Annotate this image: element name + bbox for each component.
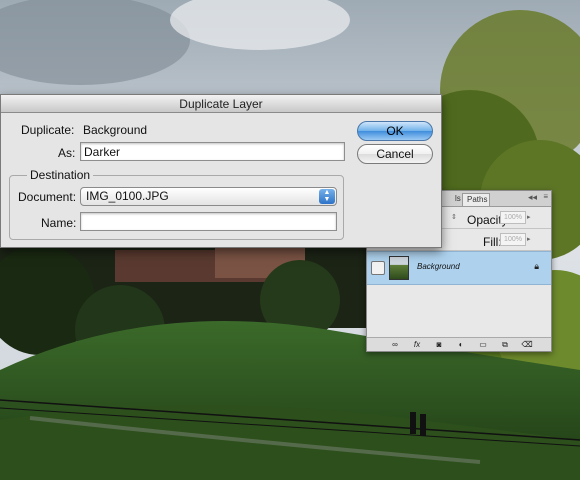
visibility-eye-icon[interactable] bbox=[371, 261, 385, 275]
layer-thumbnail bbox=[389, 256, 409, 280]
destination-legend: Destination bbox=[27, 168, 94, 182]
panel-menu-icon[interactable]: ≡ bbox=[543, 192, 548, 201]
document-label: Document: bbox=[18, 190, 77, 204]
opacity-arrow-icon[interactable]: ▸ bbox=[527, 211, 535, 224]
chevron-updown-icon: ▲ ▼ bbox=[319, 189, 335, 204]
duplicate-layer-dialog: Duplicate Layer Duplicate: Background As… bbox=[0, 94, 442, 248]
fill-label: Fill: bbox=[483, 235, 502, 249]
link-icon[interactable]: ∞ bbox=[389, 340, 401, 350]
blend-mode-stepper-icon[interactable]: ⇕ bbox=[451, 211, 459, 224]
dialog-title: Duplicate Layer bbox=[1, 95, 441, 113]
new-layer-icon[interactable]: ⧉ bbox=[499, 340, 511, 350]
fill-arrow-icon[interactable]: ▸ bbox=[527, 233, 535, 246]
as-label: As: bbox=[58, 146, 76, 160]
ok-button[interactable]: OK bbox=[357, 121, 433, 141]
document-select[interactable]: IMG_0100.JPG ▲ ▼ bbox=[80, 187, 337, 206]
fx-icon[interactable]: fx bbox=[411, 340, 423, 350]
duplicate-label: Duplicate: bbox=[21, 123, 75, 137]
duplicate-value: Background bbox=[83, 123, 148, 137]
name-label: Name: bbox=[41, 216, 77, 230]
cancel-button[interactable]: Cancel bbox=[357, 144, 433, 164]
layer-row-background[interactable]: Background 🔒︎ bbox=[367, 251, 551, 285]
adjustment-icon[interactable]: ◐ bbox=[455, 340, 467, 350]
tab-paths[interactable]: Paths bbox=[462, 193, 490, 206]
document-select-value: IMG_0100.JPG bbox=[86, 189, 169, 203]
layer-name: Background bbox=[417, 262, 460, 271]
name-input[interactable] bbox=[80, 212, 337, 231]
mask-icon[interactable]: ◙ bbox=[433, 340, 445, 350]
opacity-input[interactable]: 100% bbox=[500, 211, 526, 224]
lock-icon: 🔒︎ bbox=[534, 261, 539, 271]
panel-collapse-icon[interactable]: ◂◂ bbox=[528, 192, 537, 203]
fill-input[interactable]: 100% bbox=[500, 233, 526, 246]
panel-footer: ∞ fx ◙ ◐ ▭ ⧉ ⌫ bbox=[367, 337, 551, 351]
as-name-input[interactable] bbox=[80, 142, 345, 161]
trash-icon[interactable]: ⌫ bbox=[521, 340, 533, 350]
folder-icon[interactable]: ▭ bbox=[477, 340, 489, 350]
